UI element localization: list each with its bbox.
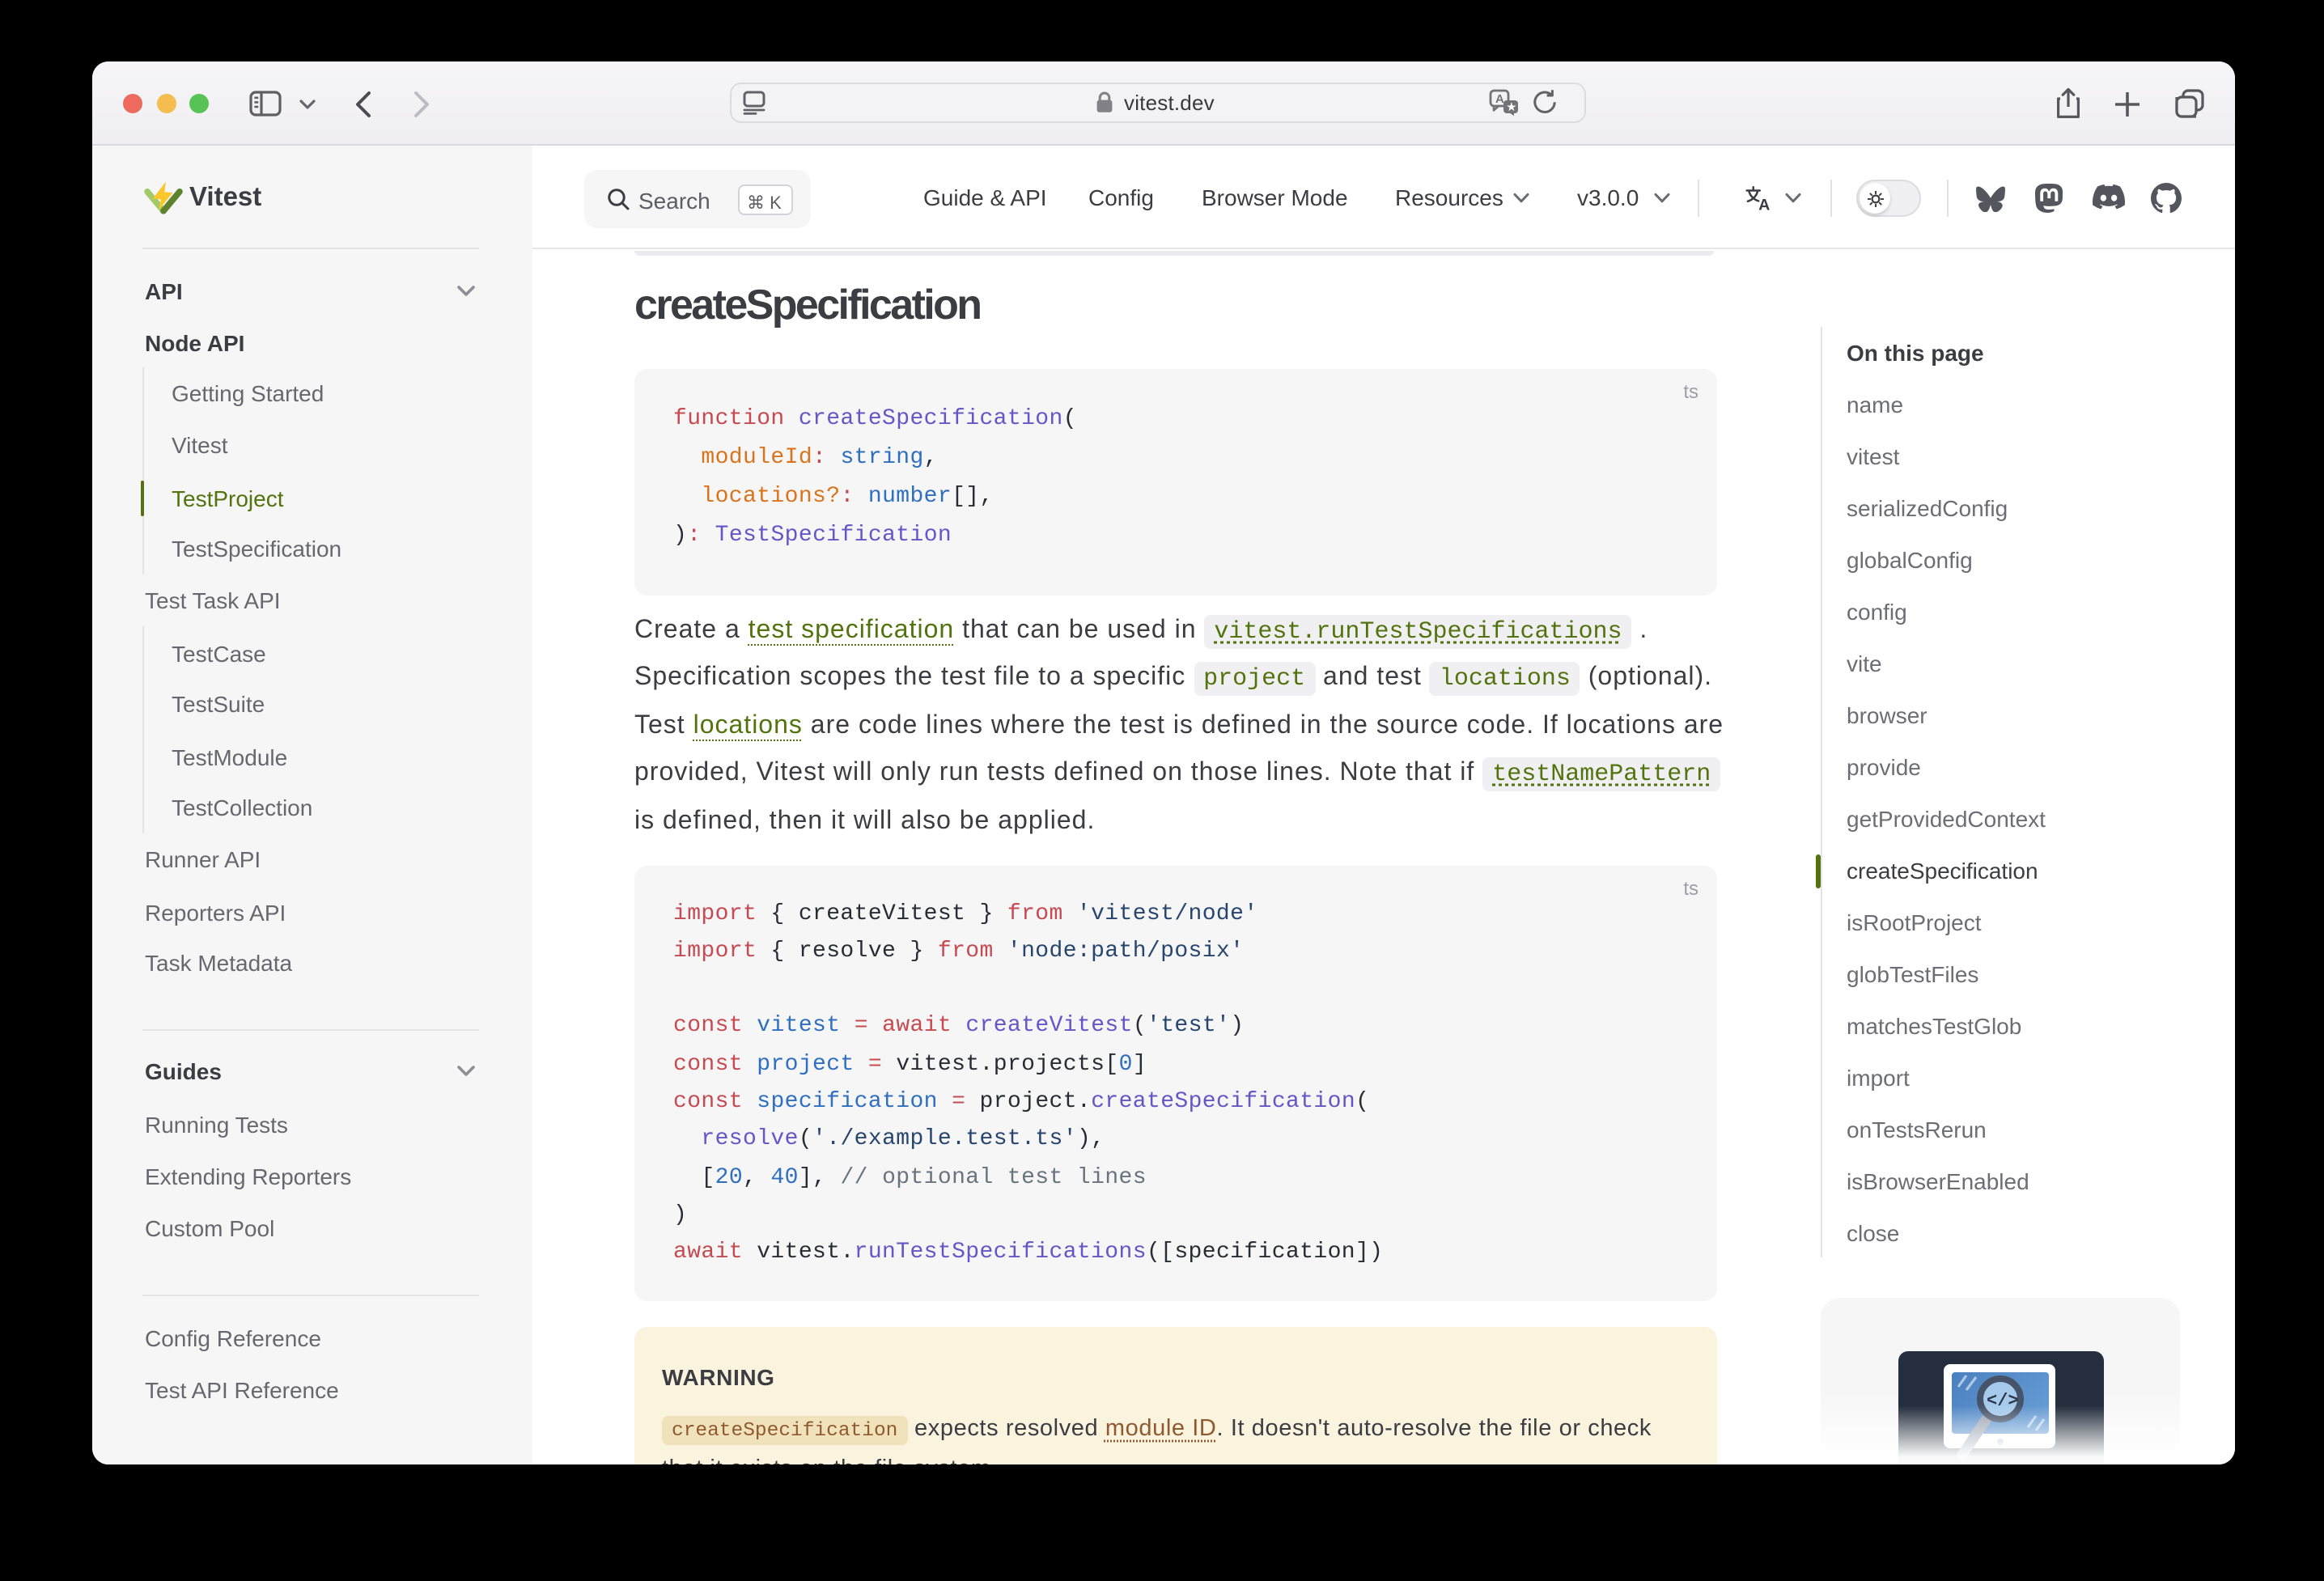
svg-text:A: A (1495, 92, 1503, 106)
svg-text:★: ★ (1506, 101, 1516, 113)
svg-text:A: A (1758, 196, 1770, 212)
